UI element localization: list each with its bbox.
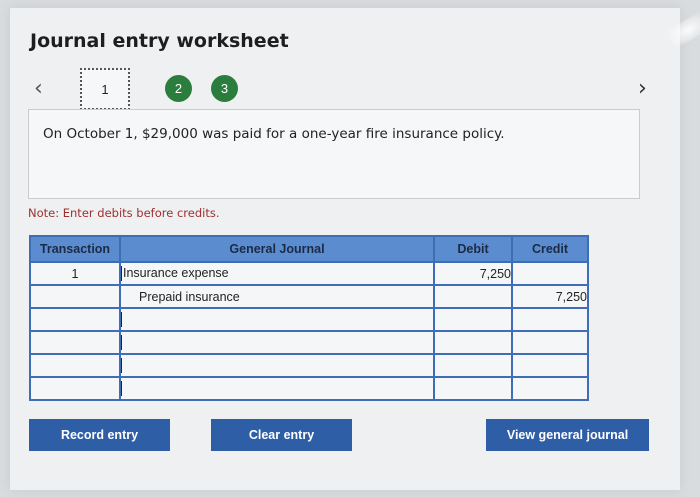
text-caret [121,358,122,374]
clear-entry-button[interactable]: Clear entry [211,419,352,451]
text-caret [121,335,122,351]
note-text: Note: Enter debits before credits. [28,206,220,220]
account-field[interactable] [119,330,435,355]
debit-field[interactable] [433,353,513,378]
debit-field[interactable] [433,307,513,332]
transaction-cell [29,353,121,378]
page-title: Journal entry worksheet [30,30,289,52]
account-field[interactable] [119,307,435,332]
header-credit: Credit [511,235,589,263]
chevron-left-icon[interactable]: ‹ [34,78,43,100]
header-general-journal: General Journal [119,235,435,263]
transaction-cell [29,307,121,332]
table-row: 1 Insurance expense 7,250 [29,261,589,286]
journal-worksheet-panel: Journal entry worksheet ‹ 1 2 3 › On Oct… [10,8,680,490]
table-header-row: Transaction General Journal Debit Credit [29,235,589,263]
transaction-cell: 1 [29,261,121,286]
scenario-box: On October 1, $29,000 was paid for a one… [28,109,640,199]
transaction-cell [29,284,121,309]
record-entry-button[interactable]: Record entry [29,419,170,451]
account-field[interactable]: Prepaid insurance [119,284,435,309]
text-caret [121,381,122,397]
header-transaction: Transaction [29,235,121,263]
transaction-cell [29,330,121,355]
credit-field[interactable]: 7,250 [511,284,589,309]
credit-field[interactable] [511,353,589,378]
debit-field[interactable] [433,330,513,355]
table-row [29,330,589,355]
credit-field[interactable] [511,330,589,355]
step-2-button[interactable]: 2 [165,75,192,102]
account-field[interactable]: Insurance expense [119,261,435,286]
account-text: Insurance expense [123,265,229,280]
credit-field[interactable] [511,376,589,401]
debit-field[interactable] [433,376,513,401]
debit-field[interactable] [433,284,513,309]
credit-field[interactable] [511,307,589,332]
table-row [29,376,589,401]
table-row [29,353,589,378]
step-3-button[interactable]: 3 [211,75,238,102]
credit-field[interactable] [511,261,589,286]
account-field[interactable] [119,376,435,401]
debit-field[interactable]: 7,250 [433,261,513,286]
text-caret [121,266,122,282]
scenario-text: On October 1, $29,000 was paid for a one… [43,126,505,142]
step-1-button[interactable]: 1 [80,68,130,110]
journal-table: Transaction General Journal Debit Credit… [29,235,589,401]
view-general-journal-button[interactable]: View general journal [486,419,649,451]
text-caret [121,312,122,328]
chevron-right-icon[interactable]: › [638,78,647,100]
account-field[interactable] [119,353,435,378]
table-row: Prepaid insurance 7,250 [29,284,589,309]
header-debit: Debit [433,235,513,263]
transaction-cell [29,376,121,401]
table-row [29,307,589,332]
